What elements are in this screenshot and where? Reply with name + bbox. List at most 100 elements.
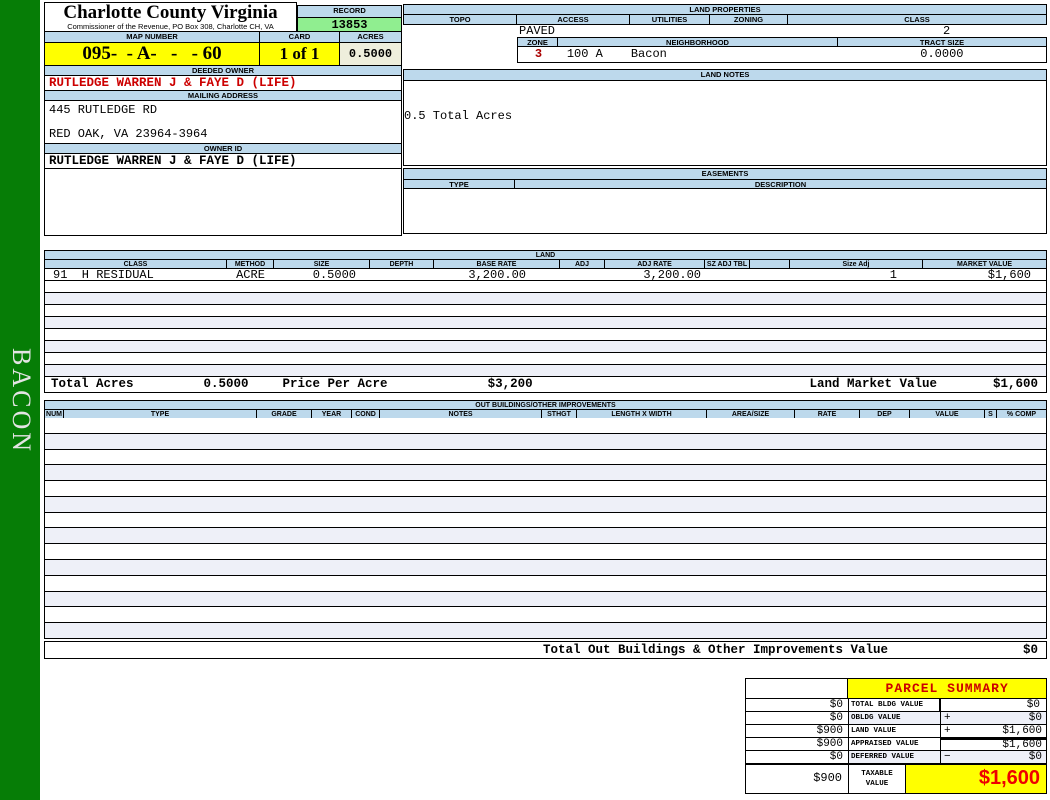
land-market-value-label: Land Market Value [809,377,937,391]
land-cell-method: ACRE [236,268,265,282]
land-col-adj: ADJ [560,259,605,269]
map-number-field[interactable]: 095- - A- - - 60 [44,42,260,66]
record-box: RECORD 13853 [297,5,402,32]
ob-empty-row [44,607,1047,624]
land-cell-adj-rate: 3,200.00 [643,268,701,282]
land-empty-row [44,293,1047,305]
price-per-acre-label: Price Per Acre [282,377,388,391]
total-acres-label: Total Acres [51,377,134,391]
prior-deferred-value: $0 [746,751,849,763]
ob-empty-row [44,528,1047,545]
ob-empty-row [44,433,1047,450]
zone-value: 3 [534,47,543,61]
parcel-summary-header: PARCEL SUMMARY [746,679,1046,699]
county-title: Charlotte County Virginia [63,2,278,23]
deferred-value-label: DEFERRED VALUE [849,751,941,763]
land-cell-sz-adj-tbl [705,269,750,280]
land-col-blank [750,259,790,269]
sidebar-district-label: BACON [7,348,36,455]
land-cell-adj [560,269,605,280]
land-empty-row [44,341,1047,353]
owner-pane: Charlotte County Virginia Commissioner o… [44,2,402,236]
land-table-row[interactable]: 91 H RESIDUAL ACRE 0.5000 3,200.00 3,200… [44,268,1047,281]
address-line-2: RED OAK, VA 23964-3964 [49,127,208,141]
land-totals-row: Total Acres 0.5000 Price Per Acre $3,200… [44,376,1047,393]
land-col-sz-adj-tbl: SZ ADJ TBL [705,259,750,269]
zone-subtable: ZONE NEIGHBORHOOD TRACT SIZE 3 100 A Baco… [517,37,1047,63]
commissioner-subtitle: Commissioner of the Revenue, PO Box 308,… [67,22,274,31]
record-value-field[interactable]: 13853 [297,17,402,32]
ob-empty-row [44,623,1047,639]
mailing-address-box: 445 RUTLEDGE RD RED OAK, VA 23964-3964 [44,100,402,144]
parcel-summary-blank-cell [746,679,849,698]
parcel-summary-table: PARCEL SUMMARY $0 TOTAL BLDG VALUE $0 $0… [745,678,1047,794]
total-acres-value: 0.5000 [203,377,249,391]
land-empty-row [44,281,1047,293]
ob-empty-row [44,465,1047,482]
zoning-label: ZONING [710,14,788,25]
ob-empty-row [44,512,1047,529]
summary-row-appraised: $900 APPRAISED VALUE $1,600 [746,738,1046,751]
topo-label: TOPO [403,14,517,25]
summary-row-taxable: $900 TAXABLE VALUE $1,600 [746,764,1046,793]
county-header: Charlotte County Virginia Commissioner o… [44,2,297,32]
land-value: $1,600 [1002,725,1042,737]
neighborhood-code: 100 A [566,47,603,61]
taxable-value: $1,600 [906,765,1046,793]
land-market-value: $1,600 [992,377,1038,391]
tract-size-value: 0.0000 [920,47,964,61]
out-buildings-total-value: $0 [1022,643,1038,657]
land-cell-market-value: $1,600 [987,268,1031,282]
neighborhood-name: Bacon [630,47,667,61]
neighborhood-value: 100 A Bacon [559,47,838,62]
ob-empty-row [44,544,1047,561]
land-value-label: LAND VALUE [849,725,941,737]
ob-empty-row [44,496,1047,513]
deeded-owner-value: RUTLEDGE WARREN J & FAYE D (LIFE) [44,75,402,91]
ob-empty-row [44,449,1047,466]
summary-row-deferred: $0 DEFERRED VALUE − $0 [746,751,1046,764]
op-land: + [944,725,951,737]
summary-row-land: $900 LAND VALUE + $1,600 [746,725,1046,738]
land-empty-rows [44,281,1047,377]
parcel-summary-title: PARCEL SUMMARY [848,679,1046,698]
land-cell-size-adj: 1 [889,268,897,282]
land-cell-depth [370,269,434,280]
prior-obldg-value: $0 [746,712,849,724]
obldg-value-label: OBLDG VALUE [849,712,941,724]
total-bldg-value: $0 [1026,699,1040,711]
appraised-value: $1,600 [1002,739,1042,751]
owner-pane-empty-box [44,168,402,236]
out-buildings-table: OUT BUILDINGS/OTHER IMPROVEMENTS NUM TYP… [44,400,1047,659]
taxable-value-label: TAXABLE VALUE [849,765,906,793]
land-cell-size: 0.5000 [312,268,356,282]
tract-size-label: TRACT SIZE [838,37,1047,47]
class-value: 2 [943,24,951,38]
land-table: LAND CLASS METHOD SIZE DEPTH BASE RATE A… [44,250,1047,393]
access-value: PAVED [519,24,556,38]
out-buildings-total-label: Total Out Buildings & Other Improvements… [543,643,889,657]
zone-label: ZONE [517,37,558,47]
card-field[interactable]: 1 of 1 [260,42,340,66]
land-notes-field[interactable]: 0.5 Total Acres [403,80,1047,166]
summary-row-obldg: $0 OBLDG VALUE + $0 [746,712,1046,725]
ob-empty-row [44,591,1047,608]
op-obldg: + [944,712,951,724]
class-label: CLASS [788,14,1047,25]
easements-empty-box [403,188,1047,234]
land-cell-base-rate: 3,200.00 [468,268,526,282]
address-line-1: 445 RUTLEDGE RD [49,103,158,117]
prior-land-value: $900 [746,725,849,737]
land-notes-text: 0.5 Total Acres [404,109,513,123]
land-empty-row [44,305,1047,317]
prior-total-bldg-value: $0 [746,699,849,711]
prior-taxable-value: $900 [746,765,849,793]
appraised-value-label: APPRAISED VALUE [849,738,941,750]
ob-empty-row [44,418,1047,434]
summary-row-total-bldg: $0 TOTAL BLDG VALUE $0 [746,699,1046,712]
total-bldg-value-label: TOTAL BLDG VALUE [849,699,941,711]
land-cell-class: 91 H RESIDUAL [53,268,154,282]
ob-empty-row [44,560,1047,576]
land-empty-row [44,353,1047,365]
acres-field[interactable]: 0.5000 [340,42,402,66]
